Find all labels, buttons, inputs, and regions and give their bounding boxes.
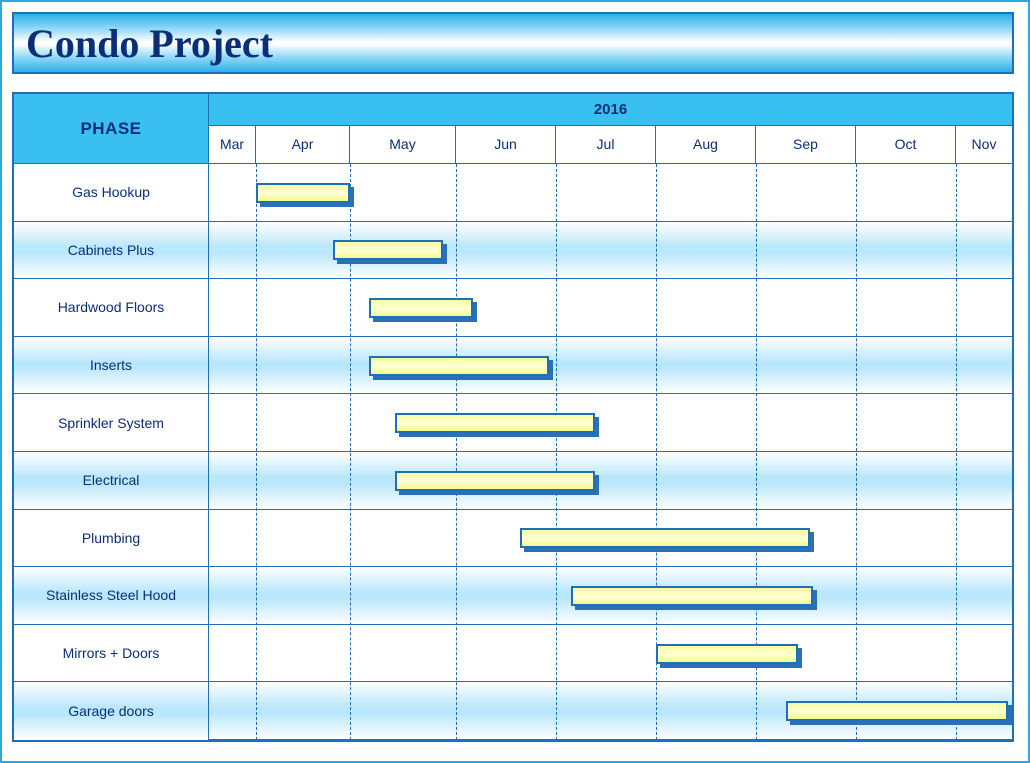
task-label: Hardwood Floors <box>14 279 208 337</box>
month-header-nov: Nov <box>956 126 1012 163</box>
grid-row <box>209 279 1012 337</box>
gantt-bar <box>571 586 813 606</box>
gantt-bar <box>256 183 350 203</box>
gantt-header: PHASE 2016 MarAprMayJunJulAugSepOctNov <box>14 94 1012 164</box>
grid-vline <box>556 164 557 740</box>
month-header-jul: Jul <box>556 126 656 163</box>
gantt-bar-fill <box>333 240 443 260</box>
gantt-bar-fill <box>256 183 350 203</box>
task-label: Mirrors + Doors <box>14 625 208 683</box>
grid-row <box>209 452 1012 510</box>
task-label: Gas Hookup <box>14 164 208 222</box>
grid-row <box>209 337 1012 395</box>
months-row: MarAprMayJunJulAugSepOctNov <box>209 126 1012 163</box>
year-label: 2016 <box>209 94 1012 126</box>
gantt-body: Gas HookupCabinets PlusHardwood FloorsIn… <box>14 164 1012 740</box>
grid-row <box>209 394 1012 452</box>
gantt-bar-fill <box>395 471 595 491</box>
gantt-bar <box>333 240 443 260</box>
gantt-bar-fill <box>369 356 549 376</box>
title-bar: Condo Project <box>12 12 1014 74</box>
gantt-bar <box>520 528 810 548</box>
task-label: Sprinkler System <box>14 394 208 452</box>
phase-header: PHASE <box>14 94 209 163</box>
month-header-may: May <box>350 126 456 163</box>
project-title: Condo Project <box>26 20 273 67</box>
timeline-header: 2016 MarAprMayJunJulAugSepOctNov <box>209 94 1012 163</box>
task-label: Electrical <box>14 452 208 510</box>
month-header-sep: Sep <box>756 126 856 163</box>
gantt-bar-fill <box>395 413 595 433</box>
gantt-bar-fill <box>571 586 813 606</box>
grid-vline <box>456 164 457 740</box>
task-label: Cabinets Plus <box>14 222 208 280</box>
month-header-mar: Mar <box>209 126 256 163</box>
grid-vline <box>956 164 957 740</box>
grid-vline <box>856 164 857 740</box>
task-label: Plumbing <box>14 510 208 568</box>
page-root: Condo Project PHASE 2016 MarAprMayJunJul… <box>0 0 1030 763</box>
gantt-bar <box>369 356 549 376</box>
tasks-column: Gas HookupCabinets PlusHardwood FloorsIn… <box>14 164 209 740</box>
gantt-bar <box>786 701 1008 721</box>
month-header-oct: Oct <box>856 126 956 163</box>
grid-row <box>209 625 1012 683</box>
month-header-aug: Aug <box>656 126 756 163</box>
gantt-bar-fill <box>656 644 798 664</box>
month-header-jun: Jun <box>456 126 556 163</box>
gantt-bar <box>656 644 798 664</box>
grid-vline <box>256 164 257 740</box>
timeline-grid <box>209 164 1012 740</box>
task-label: Stainless Steel Hood <box>14 567 208 625</box>
gantt-bar <box>395 413 595 433</box>
task-label: Garage doors <box>14 682 208 740</box>
gantt-bar-fill <box>369 298 473 318</box>
gantt-bar <box>369 298 473 318</box>
gantt-chart: PHASE 2016 MarAprMayJunJulAugSepOctNov G… <box>12 92 1014 742</box>
grid-row <box>209 222 1012 280</box>
month-header-apr: Apr <box>256 126 350 163</box>
task-label: Inserts <box>14 337 208 395</box>
gantt-bar-fill <box>786 701 1008 721</box>
gantt-bar <box>395 471 595 491</box>
gantt-bar-fill <box>520 528 810 548</box>
